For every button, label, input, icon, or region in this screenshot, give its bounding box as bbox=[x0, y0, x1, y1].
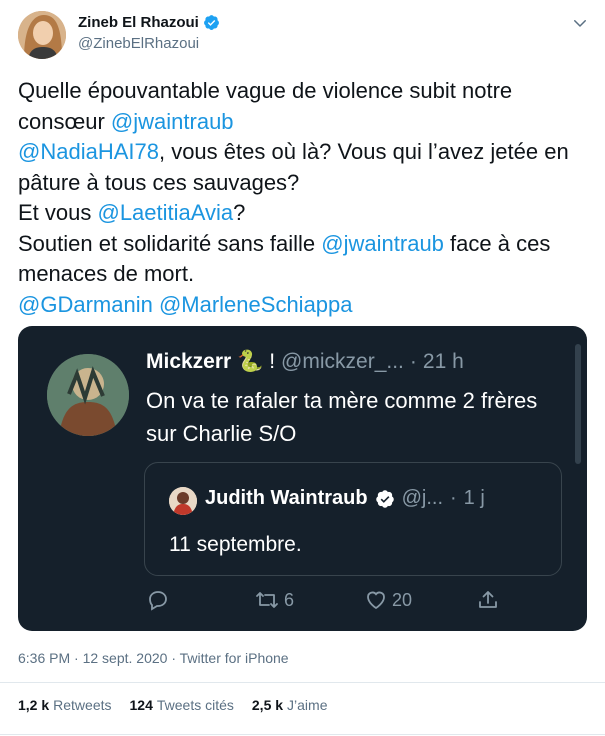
tweet-date[interactable]: 12 sept. 2020 bbox=[83, 650, 168, 666]
likes-label: J’aime bbox=[287, 697, 328, 713]
embedded-actions: 6 20 bbox=[146, 588, 497, 616]
quote-tweets-stat[interactable]: 124 Tweets cités bbox=[130, 697, 234, 713]
retweets-value: 1,2 k bbox=[18, 697, 50, 713]
quoted-time: 1 j bbox=[463, 487, 485, 509]
share-action bbox=[476, 588, 500, 612]
embedded-image[interactable]: Mickzerr 🐍 ! @mickzer_... · 21 h On va t… bbox=[18, 326, 587, 631]
mention-link[interactable]: @jwaintraub bbox=[111, 109, 234, 134]
quoted-dot: · bbox=[450, 487, 457, 509]
quote-tweets-value: 124 bbox=[129, 697, 153, 713]
like-action: 20 bbox=[364, 588, 412, 612]
quoted-header: Judith Waintraub @j... · 1 j bbox=[205, 487, 485, 510]
embedded-user-handle: @mickzer_... bbox=[281, 350, 404, 373]
mention-link[interactable]: @NadiaHAI78 bbox=[18, 139, 159, 164]
mention-link[interactable]: @LaetitiaAvia bbox=[97, 200, 233, 225]
author-name-row: Zineb El Rhazoui bbox=[78, 14, 220, 31]
reply-action bbox=[146, 588, 170, 612]
scrollbar bbox=[575, 344, 581, 464]
tweet-meta: 6:36 PM · 12 sept. 2020 · Twitter for iP… bbox=[18, 650, 289, 666]
tweet-time[interactable]: 6:36 PM bbox=[18, 650, 70, 666]
tweet-stats: 1,2 k Retweets 124 Tweets cités 2,5 k J’… bbox=[18, 697, 328, 713]
verified-badge-icon bbox=[203, 15, 219, 30]
retweets-stat[interactable]: 1,2 k Retweets bbox=[18, 697, 112, 713]
tweet-text: Quelle épouvantable vague de violence su… bbox=[18, 76, 588, 320]
author-handle[interactable]: @ZinebElRhazoui bbox=[78, 35, 199, 52]
quoted-user-avatar bbox=[169, 487, 197, 515]
meta-separator: · bbox=[74, 650, 79, 666]
quoted-user-name: Judith Waintraub bbox=[205, 487, 368, 509]
like-count: 20 bbox=[392, 589, 413, 610]
embedded-user-avatar bbox=[47, 354, 129, 436]
quoted-tweet: Judith Waintraub @j... · 1 j 11 septembr… bbox=[144, 462, 562, 576]
mention-link[interactable]: @GDarmanin bbox=[18, 292, 153, 317]
likes-value: 2,5 k bbox=[251, 697, 284, 713]
author-name[interactable]: Zineb El Rhazoui bbox=[78, 14, 199, 31]
mention-link[interactable]: @jwaintraub bbox=[321, 231, 444, 256]
author-avatar[interactable] bbox=[18, 11, 66, 59]
likes-stat[interactable]: 2,5 k J’aime bbox=[252, 697, 328, 713]
embedded-user-name: Mickzerr bbox=[146, 350, 232, 373]
retweet-icon bbox=[256, 592, 278, 608]
quote-tweets-label: Tweets cités bbox=[156, 697, 234, 713]
retweet-action: 6 bbox=[254, 588, 294, 612]
divider bbox=[0, 734, 605, 735]
divider bbox=[0, 682, 605, 683]
meta-separator: · bbox=[171, 650, 177, 666]
mention-link[interactable]: @MarleneSchiappa bbox=[159, 292, 353, 317]
like-icon bbox=[367, 591, 385, 610]
chevron-down-icon[interactable] bbox=[571, 14, 589, 32]
retweet-count: 6 bbox=[284, 589, 295, 610]
verified-badge-icon bbox=[375, 489, 394, 508]
retweets-label: Retweets bbox=[53, 697, 112, 713]
embedded-dot: · bbox=[409, 350, 417, 373]
embedded-emoji: 🐍 ! bbox=[237, 350, 276, 373]
share-icon bbox=[479, 591, 497, 608]
reply-icon bbox=[149, 591, 167, 611]
tweet-header: Zineb El Rhazoui @ZinebElRhazoui bbox=[0, 0, 605, 70]
quoted-body: 11 septembre. bbox=[169, 533, 302, 556]
tweet-source[interactable]: Twitter for iPhone bbox=[180, 650, 289, 666]
quoted-user-handle: @j... bbox=[401, 487, 443, 509]
embedded-header: Mickzerr 🐍 ! @mickzer_... · 21 h bbox=[146, 350, 464, 374]
embedded-time: 21 h bbox=[422, 350, 464, 373]
embedded-body: On va te rafaler ta mère comme 2 frères … bbox=[146, 388, 538, 446]
tweet-text-segment: Quelle épouvantable vague de violence su… bbox=[18, 78, 519, 134]
